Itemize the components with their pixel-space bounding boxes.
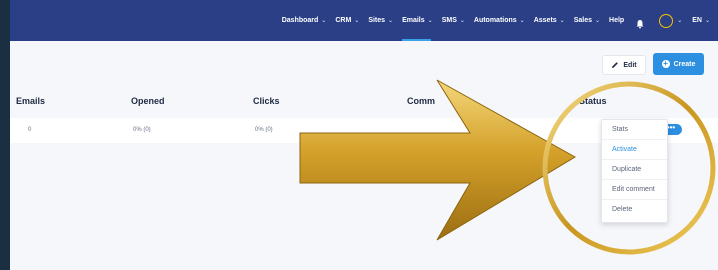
edit-button-label: Edit	[623, 61, 637, 69]
nav-help-label: Help	[609, 17, 625, 24]
nav-dashboard[interactable]: Dashboard ⌄	[282, 0, 327, 41]
chevron-down-icon: ⌄	[704, 18, 710, 24]
chevron-down-icon: ⌄	[459, 18, 465, 24]
column-header-opened: Opened	[131, 96, 165, 106]
nav-automations-label: Automations	[473, 17, 517, 24]
chevron-down-icon: ⌄	[388, 18, 394, 24]
menu-item-activate[interactable]: Activate	[602, 140, 667, 160]
menu-item-edit-comment[interactable]: Edit comment	[602, 180, 667, 200]
column-header-clicks: Clicks	[253, 96, 280, 106]
menu-item-duplicate[interactable]: Duplicate	[602, 160, 667, 180]
chevron-down-icon: ⌄	[427, 18, 433, 24]
create-button[interactable]: + Create	[653, 53, 704, 75]
left-edge	[0, 0, 10, 270]
nav-dashboard-label: Dashboard	[281, 17, 319, 24]
main-content: Edit + Create Emails Opened Clicks Comm …	[10, 41, 718, 270]
nav-crm[interactable]: CRM ⌄	[335, 0, 359, 41]
column-header-status: Status	[579, 96, 607, 106]
nav-sales[interactable]: Sales ⌄	[574, 0, 600, 41]
bell-icon[interactable]	[635, 16, 645, 28]
chevron-down-icon: ⌄	[519, 18, 525, 24]
nav-emails-label: Emails	[402, 17, 425, 24]
column-header-emails: Emails	[16, 96, 46, 106]
cell-emails: 0	[28, 127, 32, 133]
nav-crm-label: CRM	[335, 17, 352, 24]
nav-sites[interactable]: Sites ⌄	[368, 0, 393, 41]
chevron-down-icon: ⌄	[677, 18, 683, 24]
chevron-down-icon: ⌄	[595, 18, 601, 24]
nav-sms-label: SMS	[441, 17, 457, 24]
nav-assets-label: Assets	[533, 17, 557, 24]
avatar[interactable]	[659, 13, 674, 28]
avatar-chevron[interactable]: ⌄	[677, 0, 682, 41]
top-navigation: Dashboard ⌄ CRM ⌄ Sites ⌄ Emails ⌄ SMS ⌄…	[10, 0, 718, 41]
chevron-down-icon: ⌄	[321, 18, 327, 24]
nav-automations[interactable]: Automations ⌄	[474, 0, 525, 41]
nav-sites-label: Sites	[368, 17, 386, 24]
chevron-down-icon: ⌄	[354, 18, 360, 24]
create-button-label: Create	[673, 60, 696, 68]
language-selector[interactable]: EN ⌄	[692, 0, 710, 41]
table-header: Emails Opened Clicks Comm Status	[10, 91, 718, 113]
nav-assets[interactable]: Assets ⌄	[534, 0, 565, 41]
menu-item-delete[interactable]: Delete	[602, 200, 667, 220]
pencil-icon	[612, 62, 619, 68]
cell-clicks: 0% (0)	[255, 127, 273, 133]
column-header-comment: Comm	[407, 96, 436, 106]
nav-sms[interactable]: SMS ⌄	[442, 0, 465, 41]
menu-item-stats[interactable]: Stats	[602, 120, 667, 140]
nav-emails[interactable]: Emails ⌄	[402, 0, 433, 41]
nav-help[interactable]: Help	[609, 0, 624, 41]
edit-button[interactable]: Edit	[602, 55, 646, 75]
nav-sales-label: Sales	[573, 17, 592, 24]
chevron-down-icon: ⌄	[559, 18, 565, 24]
plus-icon: +	[661, 59, 670, 68]
language-label: EN	[692, 17, 702, 24]
row-actions-menu: Stats Activate Duplicate Edit comment De…	[601, 119, 668, 223]
cell-opened: 0% (0)	[133, 127, 151, 133]
